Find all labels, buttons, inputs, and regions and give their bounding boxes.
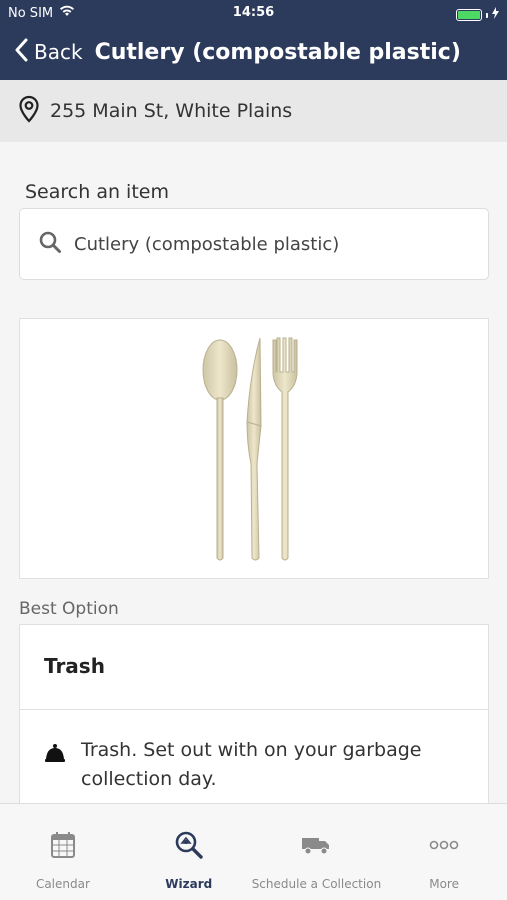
battery-icon bbox=[456, 9, 482, 21]
option-divider bbox=[20, 709, 488, 710]
tab-wizard[interactable]: Wizard bbox=[126, 804, 252, 900]
address-text: 255 Main St, White Plains bbox=[50, 100, 293, 122]
tab-schedule-collection[interactable]: Schedule a Collection bbox=[252, 804, 381, 900]
tab-label-more: More bbox=[429, 877, 459, 891]
best-option-label: Best Option bbox=[19, 599, 119, 619]
status-time: 14:56 bbox=[232, 5, 275, 20]
tab-more[interactable]: More bbox=[381, 804, 507, 900]
address-bar[interactable]: 255 Main St, White Plains bbox=[0, 80, 507, 142]
battery-tip bbox=[486, 12, 488, 18]
location-pin-icon bbox=[18, 95, 40, 127]
battery-fill bbox=[458, 11, 480, 19]
truck-icon bbox=[301, 829, 331, 861]
tab-bar: Calendar Wizard Schedule a Collection Mo… bbox=[0, 803, 507, 900]
tab-label-wizard: Wizard bbox=[165, 877, 213, 891]
tab-label-schedule: Schedule a Collection bbox=[251, 877, 382, 891]
item-image-card bbox=[19, 318, 489, 579]
option-description: Trash. Set out with on your garbage coll… bbox=[81, 739, 422, 790]
search-input[interactable] bbox=[74, 233, 454, 255]
search-icon bbox=[38, 230, 62, 258]
back-button[interactable]: Back bbox=[0, 38, 83, 66]
tab-label-calendar: Calendar bbox=[35, 877, 90, 891]
best-option-card: Trash Trash. Set out with on your garbag… bbox=[19, 624, 489, 824]
option-title: Trash bbox=[44, 654, 105, 678]
cutlery-image bbox=[202, 337, 298, 560]
status-right bbox=[456, 7, 499, 23]
navigation-bar: Back Cutlery (compostable plastic) bbox=[0, 30, 507, 74]
charging-icon bbox=[492, 7, 499, 23]
more-icon bbox=[429, 829, 459, 861]
wizard-search-icon bbox=[174, 829, 204, 861]
status-bar: No SIM 14:56 bbox=[0, 0, 507, 26]
search-box[interactable] bbox=[19, 208, 489, 280]
page-title: Cutlery (compostable plastic) bbox=[94, 39, 461, 65]
calendar-icon bbox=[50, 829, 76, 861]
chevron-left-icon bbox=[14, 38, 28, 66]
tab-calendar[interactable]: Calendar bbox=[0, 804, 126, 900]
back-label: Back bbox=[34, 40, 83, 64]
search-label: Search an item bbox=[25, 181, 169, 203]
bell-icon bbox=[44, 742, 66, 768]
header: No SIM 14:56 Back Cutlery (compostable p… bbox=[0, 0, 507, 80]
